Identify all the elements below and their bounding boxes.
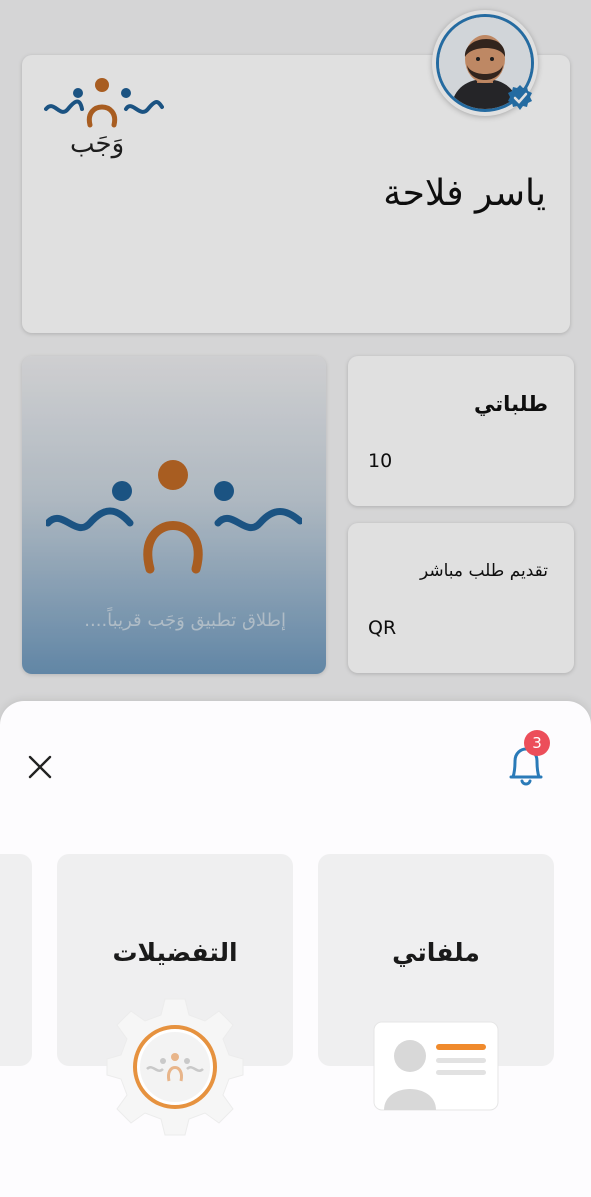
- notification-badge: 3: [524, 730, 550, 756]
- close-icon[interactable]: [24, 751, 56, 783]
- menu-label: ملفاتي: [392, 938, 480, 967]
- menu-label: التفضيلات: [112, 938, 238, 967]
- id-card-icon: [373, 1021, 499, 1111]
- menu-card-partial[interactable]: [0, 854, 32, 1066]
- bottom-sheet: ملفاتي التفضيلات: [0, 701, 591, 1197]
- gear-icon: [106, 998, 244, 1136]
